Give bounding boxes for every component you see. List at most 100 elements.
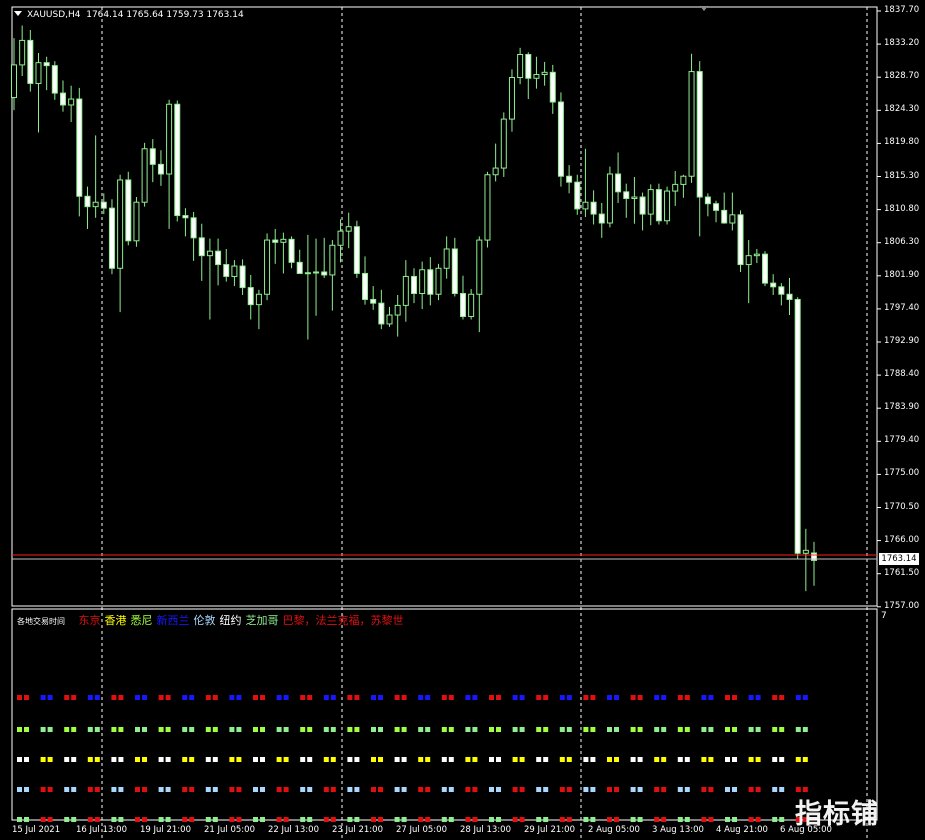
- session-marker: [559, 757, 565, 762]
- session-marker: [684, 757, 690, 762]
- session-marker: [283, 817, 289, 822]
- session-marker: [347, 727, 353, 732]
- legend-item: 芝加哥: [245, 614, 279, 627]
- session-marker: [583, 727, 589, 732]
- session-marker: [536, 817, 542, 822]
- session-marker: [772, 817, 778, 822]
- session-marker: [40, 787, 46, 792]
- session-marker: [732, 757, 737, 762]
- candle-body: [419, 269, 426, 295]
- shift-marker-icon[interactable]: [700, 6, 708, 11]
- session-legend: 各地交易时间 东京 香港 悉尼 新西兰 伦敦 纽约 芝加哥 巴黎，法兰克福，苏黎世: [17, 614, 408, 628]
- session-marker: [725, 695, 730, 700]
- session-marker: [630, 787, 636, 792]
- session-marker: [755, 727, 761, 732]
- session-marker: [684, 787, 690, 792]
- price-tick-label: 1792.90: [884, 336, 920, 346]
- candle-body: [794, 298, 801, 554]
- session-marker: [418, 695, 424, 700]
- candle-body: [549, 71, 556, 103]
- session-marker: [772, 757, 778, 762]
- candle-body: [92, 201, 99, 208]
- dropdown-triangle-icon[interactable]: [14, 11, 22, 16]
- session-marker: [24, 695, 29, 700]
- session-marker: [708, 757, 714, 762]
- session-marker: [661, 757, 667, 762]
- session-marker: [489, 695, 494, 700]
- session-marker: [276, 787, 282, 792]
- time-tick-label: 2 Aug 05:00: [588, 825, 640, 835]
- session-marker: [118, 695, 124, 700]
- legend-item: 东京: [78, 614, 101, 627]
- price-tick-label: 1824.30: [884, 104, 920, 115]
- price-axis[interactable]: 1837.70 1833.20 1828.70 1824.30 1819.80 1815.…: [880, 0, 925, 840]
- session-marker: [323, 727, 329, 732]
- legend-item: 纽约: [219, 614, 242, 627]
- session-marker: [371, 695, 376, 700]
- time-tick-label: 15 Jul 2021: [12, 825, 61, 835]
- chart-canvas[interactable]: [0, 0, 925, 840]
- chart-header: XAUUSD,H4 1764.14 1765.64 1759.73 1763.1…: [14, 10, 244, 21]
- session-marker: [677, 727, 683, 732]
- session-marker: [229, 727, 235, 732]
- candle-body: [304, 272, 311, 275]
- time-tick-label: 19 Jul 21:00: [140, 825, 191, 835]
- session-marker: [725, 787, 730, 792]
- session-marker: [118, 727, 124, 732]
- session-marker: [441, 695, 447, 700]
- candle-body: [411, 275, 417, 295]
- candle-body: [508, 77, 515, 120]
- candle-body: [231, 265, 238, 277]
- session-marker: [47, 727, 53, 732]
- candle-body: [362, 272, 369, 300]
- session-marker: [64, 695, 70, 700]
- session-marker: [307, 757, 313, 762]
- session-marker: [236, 695, 242, 700]
- session-marker: [253, 817, 258, 822]
- session-marker: [536, 757, 542, 762]
- price-tick-label: 1761.50: [884, 567, 920, 578]
- session-marker: [205, 817, 211, 822]
- session-marker: [755, 695, 761, 700]
- session-marker: [701, 757, 707, 762]
- main-plot-frame: [11, 6, 878, 607]
- candle-body: [729, 214, 736, 224]
- session-marker: [24, 757, 29, 762]
- candle-body: [125, 179, 132, 242]
- session-marker: [111, 695, 117, 700]
- session-marker: [330, 787, 336, 792]
- session-marker: [330, 817, 336, 822]
- session-marker: [323, 817, 329, 822]
- candle-body: [615, 173, 622, 193]
- session-marker: [654, 817, 660, 822]
- session-marker: [401, 757, 407, 762]
- session-marker: [165, 695, 171, 700]
- session-marker: [253, 727, 258, 732]
- session-marker: [425, 817, 431, 822]
- session-marker: [394, 787, 400, 792]
- session-marker: [64, 817, 70, 822]
- session-marker: [394, 695, 400, 700]
- session-marker: [637, 787, 643, 792]
- session-marker: [323, 695, 329, 700]
- chart-window[interactable]: XAUUSD,H4 1764.14 1765.64 1759.73 1763.1…: [0, 0, 925, 840]
- session-marker: [732, 727, 737, 732]
- session-marker: [236, 727, 242, 732]
- session-marker: [64, 787, 70, 792]
- session-marker: [111, 757, 117, 762]
- candle-body: [288, 238, 295, 263]
- session-marker: [441, 727, 447, 732]
- session-marker: [725, 757, 730, 762]
- time-tick-label: 3 Aug 13:00: [652, 825, 704, 835]
- session-marker: [378, 727, 383, 732]
- session-marker: [519, 695, 525, 700]
- candle-body: [664, 190, 671, 222]
- session-marker: [496, 787, 501, 792]
- time-tick-label: 16 Jul 13:00: [76, 825, 127, 835]
- candle-body: [435, 267, 442, 295]
- price-tick-label: 1837.70: [884, 5, 920, 15]
- session-marker: [607, 727, 612, 732]
- session-marker: [212, 757, 218, 762]
- session-marker: [189, 727, 195, 732]
- price-tick-label: 1810.80: [884, 203, 920, 214]
